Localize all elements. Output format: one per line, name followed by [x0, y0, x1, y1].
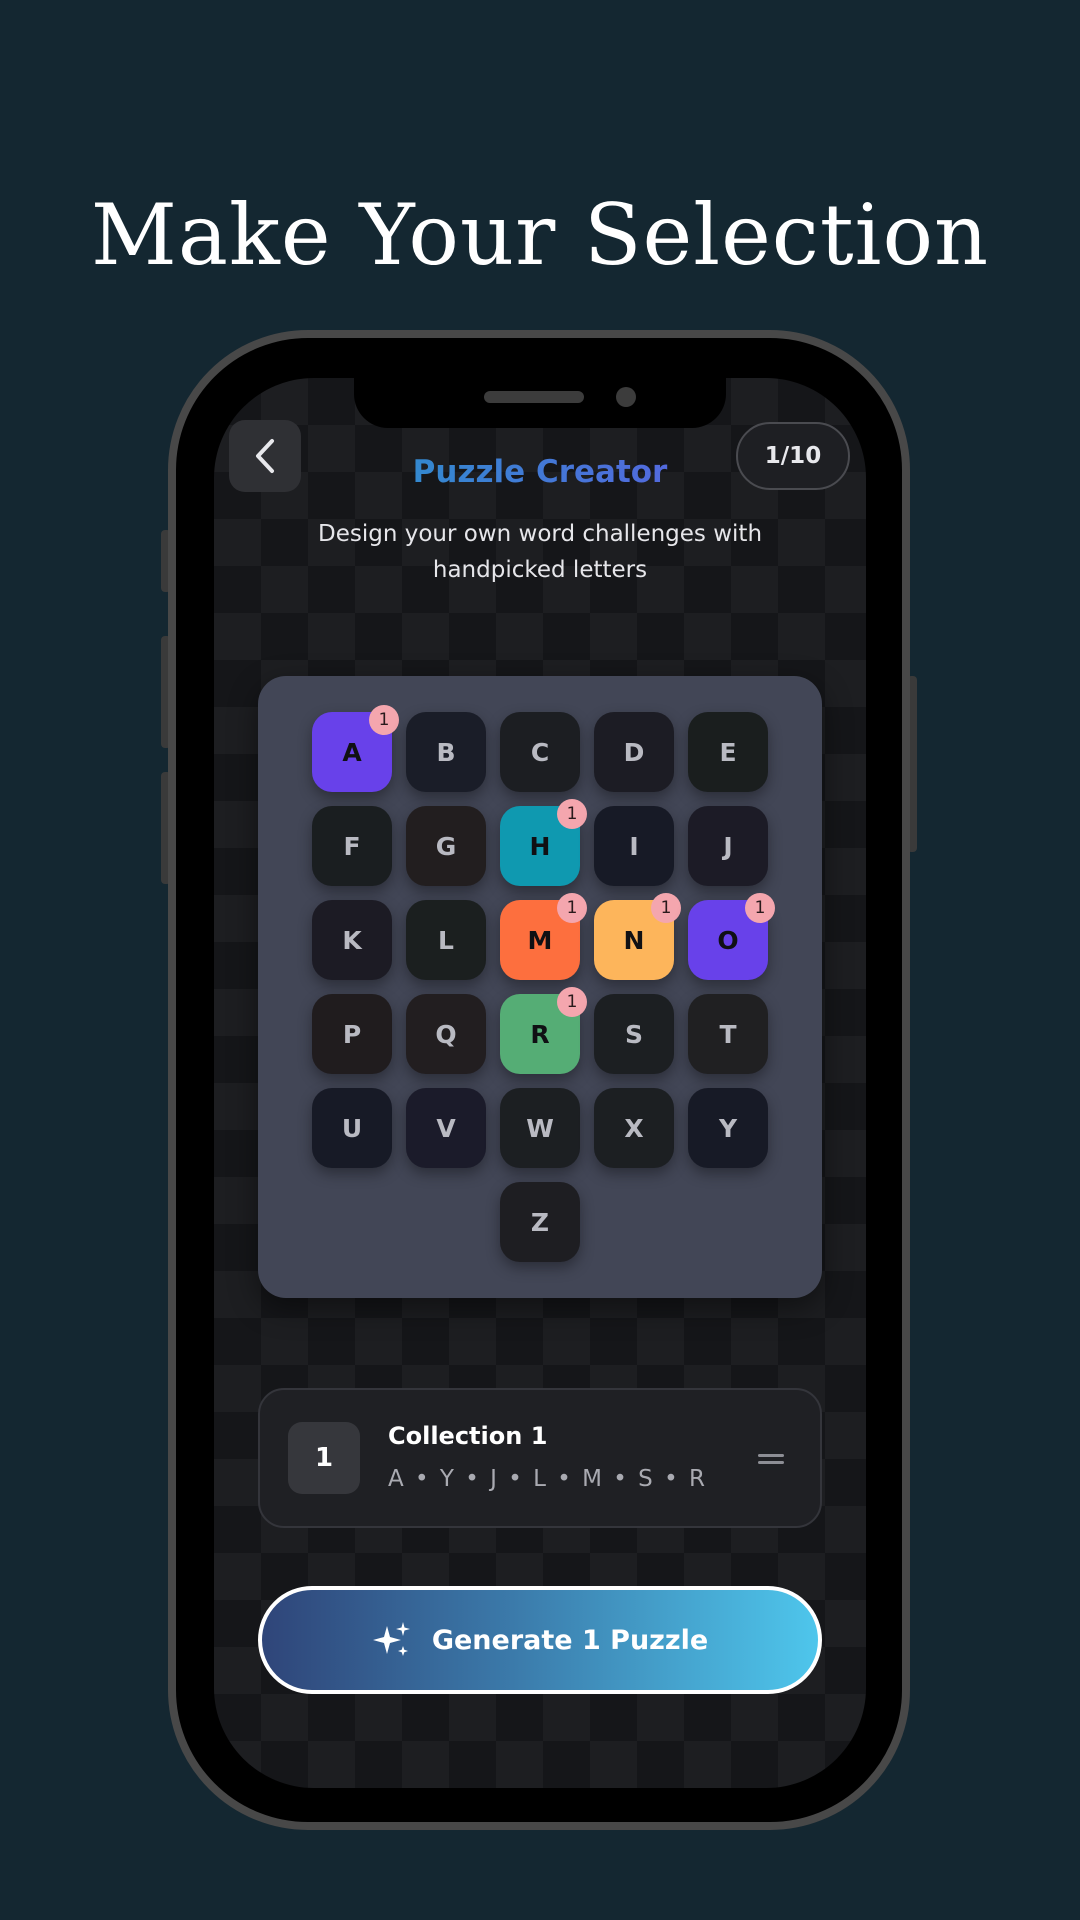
progress-counter: 1/10 [736, 422, 850, 490]
front-camera [616, 387, 636, 407]
app-screen: Puzzle Creator 1/10 Design your own word… [214, 378, 866, 1788]
letter-count-badge: 1 [557, 799, 587, 829]
letter-tile-j[interactable]: J [688, 806, 768, 886]
letter-tile-u[interactable]: U [312, 1088, 392, 1168]
letter-tile-m[interactable]: M1 [500, 893, 587, 980]
letter-tile-i[interactable]: I [594, 806, 674, 886]
letter-count-badge: 1 [557, 893, 587, 923]
letter-count-badge: 1 [745, 893, 775, 923]
page-subtitle: Design your own word challenges with han… [317, 521, 763, 583]
letter-tile-q[interactable]: Q [406, 994, 486, 1074]
letter-label: Q [435, 1019, 457, 1049]
letter-tile-c[interactable]: C [500, 712, 580, 792]
letter-label: E [719, 737, 737, 767]
generate-button-label: Generate 1 Puzzle [431, 1624, 709, 1656]
letter-label: Y [718, 1113, 738, 1143]
letter-label: H [529, 831, 551, 861]
letter-tile-b[interactable]: B [406, 712, 486, 792]
letter-tile-o[interactable]: O1 [688, 893, 775, 980]
letter-count-badge: 1 [651, 893, 681, 923]
letter-tile-h[interactable]: H1 [500, 799, 587, 886]
letter-label: U [341, 1113, 363, 1143]
letter-label: B [436, 737, 456, 767]
letter-grid: A1BCDEFGH1IJKLM1N1O1PQR1STUVWXYZ [258, 676, 822, 1298]
letter-tile-z[interactable]: Z [500, 1182, 580, 1262]
letter-label: R [530, 1019, 550, 1049]
letter-tile-s[interactable]: S [594, 994, 674, 1074]
letter-label: N [623, 925, 645, 955]
letter-label: G [435, 831, 457, 861]
collection-number: 1 [288, 1422, 360, 1494]
letter-tile-g[interactable]: G [406, 806, 486, 886]
letter-count-badge: 1 [557, 987, 587, 1017]
letter-tile-p[interactable]: P [312, 994, 392, 1074]
letter-label: D [623, 737, 645, 767]
letter-label: F [343, 831, 361, 861]
collection-card[interactable]: 1 Collection 1 A • Y • J • L • M • S • R [258, 1388, 822, 1528]
letter-label: I [629, 831, 639, 861]
drag-handle-icon[interactable] [758, 1454, 784, 1466]
letter-label: C [530, 737, 550, 767]
letter-tile-d[interactable]: D [594, 712, 674, 792]
letter-label: O [717, 925, 739, 955]
letter-tile-r[interactable]: R1 [500, 987, 587, 1074]
speaker [484, 391, 584, 403]
letter-count-badge: 1 [369, 705, 399, 735]
collection-name: Collection 1 [388, 1422, 548, 1450]
letter-label: W [526, 1113, 554, 1143]
collection-letters: A • Y • J • L • M • S • R [388, 1466, 707, 1492]
headline: Make Your Selection [90, 186, 990, 284]
letter-label: X [624, 1113, 644, 1143]
letter-label: L [438, 925, 454, 955]
notch [354, 378, 726, 428]
sparkles-icon [372, 1622, 410, 1656]
letter-label: K [342, 925, 362, 955]
generate-puzzle-button[interactable]: Generate 1 Puzzle [258, 1586, 822, 1694]
letter-tile-y[interactable]: Y [688, 1088, 768, 1168]
letter-label: A [342, 737, 362, 767]
letter-label: P [342, 1019, 362, 1049]
letter-tile-x[interactable]: X [594, 1088, 674, 1168]
letter-label: S [624, 1019, 643, 1049]
letter-label: Z [530, 1207, 550, 1237]
letter-tile-a[interactable]: A1 [312, 705, 399, 792]
letter-label: T [719, 1019, 737, 1049]
letter-tile-f[interactable]: F [312, 806, 392, 886]
letter-label: J [723, 831, 733, 861]
letter-tile-v[interactable]: V [406, 1088, 486, 1168]
letter-label: V [436, 1113, 456, 1143]
letter-tile-e[interactable]: E [688, 712, 768, 792]
letter-tile-n[interactable]: N1 [594, 893, 681, 980]
letter-label: M [527, 925, 553, 955]
letter-tile-l[interactable]: L [406, 900, 486, 980]
letter-tile-w[interactable]: W [500, 1088, 580, 1168]
letter-tile-k[interactable]: K [312, 900, 392, 980]
letter-tile-t[interactable]: T [688, 994, 768, 1074]
